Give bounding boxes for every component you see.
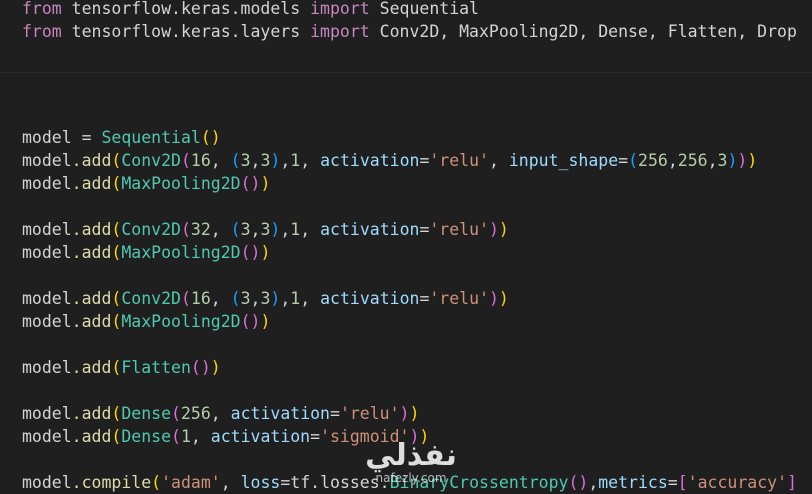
code-line-conv1: model.add(Conv2D(16, (3,3),1, activation…: [22, 151, 758, 170]
code-line-pool2: model.add(MaxPooling2D()): [22, 243, 271, 262]
code-line-1: from tensorflow.keras.models import Sequ…: [22, 0, 479, 18]
watermark-logo: نفذلي nafezly.com: [356, 440, 466, 490]
code-line-dense1: model.add(Dense(256, activation='relu')): [22, 404, 420, 423]
code-line-model-init: model = Sequential(): [22, 128, 221, 147]
code-line-pool3: model.add(MaxPooling2D()): [22, 312, 271, 331]
code-line-conv2: model.add(Conv2D(32, (3,3),1, activation…: [22, 220, 509, 239]
watermark-url: nafezly.com: [375, 471, 447, 485]
code-cell-imports[interactable]: from tensorflow.keras.models import Sequ…: [0, 0, 812, 72]
code-cell-empty[interactable]: [0, 72, 812, 114]
code-line-flatten: model.add(Flatten()): [22, 358, 221, 377]
code-line-pool1: model.add(MaxPooling2D()): [22, 174, 271, 193]
watermark-logo-text: نفذلي: [365, 438, 457, 473]
code-line-2: from tensorflow.keras.layers import Conv…: [22, 22, 797, 41]
code-line-conv3: model.add(Conv2D(16, (3,3),1, activation…: [22, 289, 509, 308]
code-cell-model[interactable]: model = Sequential() model.add(Conv2D(16…: [0, 112, 812, 492]
